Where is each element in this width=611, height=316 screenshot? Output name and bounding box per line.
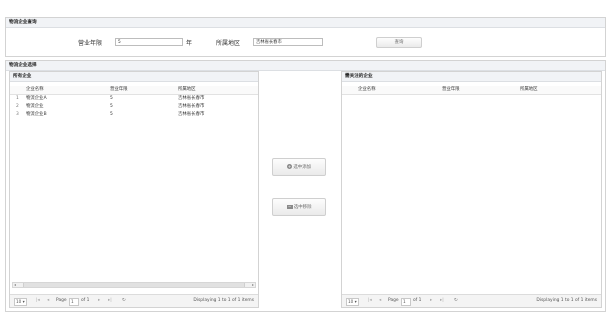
- pagination-info: Displaying 1 to 1 of 1 items: [536, 298, 597, 303]
- scroll-right-icon[interactable]: ▸: [252, 282, 254, 287]
- years-unit: 年: [186, 40, 193, 47]
- row-number: 1: [16, 96, 19, 101]
- company-years: 5: [110, 104, 113, 109]
- scroll-left-icon[interactable]: ◂: [14, 282, 16, 287]
- column-header-name[interactable]: 企业名称: [358, 86, 376, 94]
- years-input[interactable]: 5: [115, 38, 183, 46]
- first-page-icon[interactable]: |◂: [368, 295, 372, 307]
- page-of-label: of 1: [413, 298, 422, 303]
- plus-circle-icon: +: [287, 164, 292, 169]
- page-label: Page: [56, 298, 67, 303]
- add-selected-button[interactable]: + 选中添加: [272, 158, 326, 176]
- pagination-bar: 10 ▾ |◂ ◂ Page 1 of 1 ▸ ▸| ↻ Displaying …: [342, 294, 601, 307]
- column-header-region[interactable]: 所属地区: [178, 86, 196, 94]
- minus-rectangle-icon: −: [286, 203, 293, 209]
- pagination-bar: 10 ▾ |◂ ◂ Page 1 of 1 ▸ ▸| ↻ Displaying …: [10, 294, 258, 307]
- column-header-name[interactable]: 企业名称: [26, 86, 44, 94]
- remove-selected-button[interactable]: − 选中移除: [272, 198, 326, 216]
- column-header-years[interactable]: 营业年限: [110, 86, 128, 94]
- remove-selected-label: 选中移除: [293, 205, 312, 210]
- next-page-icon[interactable]: ▸: [98, 295, 100, 307]
- scrollbar-thumb[interactable]: [23, 283, 245, 287]
- company-years: 5: [110, 112, 113, 117]
- page-label: Page: [388, 298, 399, 303]
- all-companies-header: 企业名称 营业年限 所属地区: [10, 86, 258, 95]
- page-size-value: 10: [348, 299, 354, 304]
- years-label: 营业年限: [78, 40, 103, 47]
- prev-page-icon[interactable]: ◂: [47, 295, 49, 307]
- region-input[interactable]: 吉林省长春市: [253, 38, 323, 46]
- horizontal-scrollbar[interactable]: ◂ ▸: [12, 282, 256, 288]
- row-number: 3: [16, 112, 19, 117]
- all-companies-grid: 所有企业 企业名称 营业年限 所属地区 1 物流企业A 5 吉林省长春市 2 物…: [9, 71, 259, 308]
- table-row[interactable]: 1 物流企业A 5 吉林省长春市: [10, 95, 258, 103]
- query-button-label: 查询: [394, 40, 404, 45]
- page-size-select[interactable]: 10 ▾: [346, 298, 359, 306]
- query-button[interactable]: 查询: [376, 37, 422, 48]
- page-size-select[interactable]: 10 ▾: [14, 298, 27, 306]
- company-name: 物流企业: [26, 104, 44, 109]
- add-selected-label: 选中添加: [293, 165, 311, 170]
- region-label: 所属地区: [216, 40, 241, 47]
- prev-page-icon[interactable]: ◂: [379, 295, 381, 307]
- company-region: 吉林省长春市: [178, 112, 205, 117]
- last-page-icon[interactable]: ▸|: [440, 295, 444, 307]
- refresh-icon[interactable]: ↻: [122, 295, 126, 307]
- row-number: 2: [16, 104, 19, 109]
- page-of-label: of 1: [81, 298, 90, 303]
- followed-companies-grid: 需关注的企业 企业名称 营业年限 所属地区 10 ▾ |◂ ◂ Page 1 o…: [341, 71, 602, 308]
- last-page-icon[interactable]: ▸|: [108, 295, 112, 307]
- next-page-icon[interactable]: ▸: [430, 295, 432, 307]
- all-companies-title: 所有企业: [10, 72, 258, 82]
- company-region: 吉林省长春市: [178, 104, 205, 109]
- page-number-input[interactable]: 1: [69, 298, 79, 306]
- first-page-icon[interactable]: |◂: [36, 295, 40, 307]
- column-header-years[interactable]: 营业年限: [442, 86, 460, 94]
- company-years: 5: [110, 96, 113, 101]
- company-name: 物流企业A: [26, 96, 47, 101]
- company-region: 吉林省长春市: [178, 96, 205, 101]
- column-header-region[interactable]: 所属地区: [520, 86, 538, 94]
- company-name: 物流企业B: [26, 112, 47, 117]
- page-size-value: 10: [16, 299, 22, 304]
- refresh-icon[interactable]: ↻: [454, 295, 458, 307]
- query-panel: 物流企业查询 营业年限 5 年 所属地区 吉林省长春市 查询: [5, 17, 606, 57]
- select-panel-title: 物流企业选择: [6, 61, 605, 71]
- followed-companies-header: 企业名称 营业年限 所属地区: [342, 86, 601, 95]
- table-row[interactable]: 3 物流企业B 5 吉林省长春市: [10, 111, 258, 119]
- page-number-input[interactable]: 1: [401, 298, 411, 306]
- query-panel-title: 物流企业查询: [6, 18, 605, 28]
- table-row[interactable]: 2 物流企业 5 吉林省长春市: [10, 103, 258, 111]
- followed-companies-title: 需关注的企业: [342, 72, 601, 82]
- pagination-info: Displaying 1 to 1 of 1 items: [193, 298, 254, 303]
